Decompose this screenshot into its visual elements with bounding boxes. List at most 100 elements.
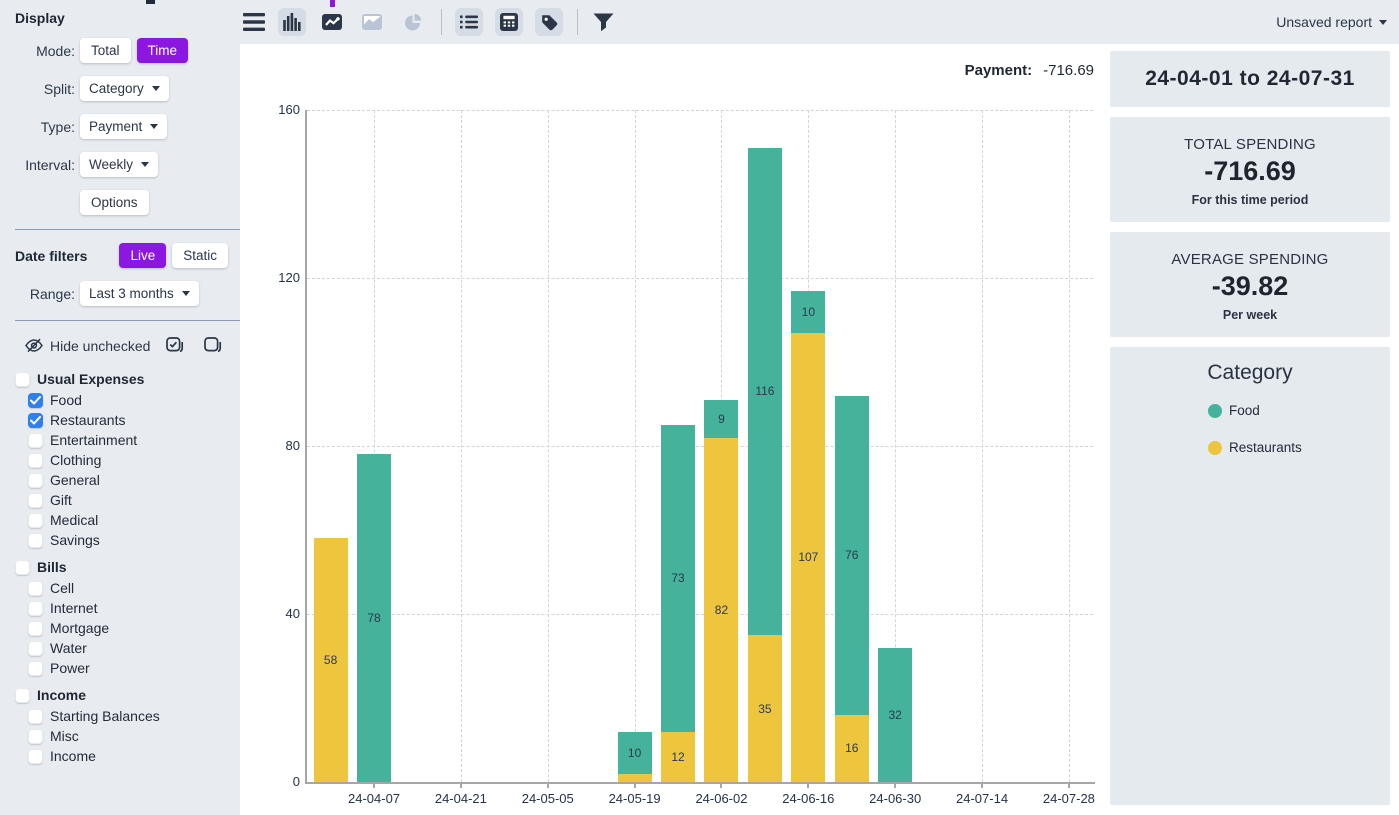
category-item-label[interactable]: Entertainment: [50, 432, 137, 448]
x-axis-tickmark: [981, 784, 983, 788]
category-item-label[interactable]: Food: [50, 392, 82, 408]
checkbox-income[interactable]: [28, 749, 43, 764]
checkbox-water[interactable]: [28, 641, 43, 656]
checkbox-power[interactable]: [28, 661, 43, 676]
checkbox-medical[interactable]: [28, 513, 43, 528]
category-item-label[interactable]: Savings: [50, 532, 100, 548]
date-range-card: 24-04-01 to 24-07-31: [1110, 51, 1390, 107]
bar-value-label: 16: [835, 741, 869, 755]
gridline: [307, 278, 1093, 279]
line-chart-icon[interactable]: [318, 8, 346, 36]
tag-icon[interactable]: [535, 8, 563, 36]
chevron-down-icon: [152, 86, 160, 91]
mode-row: Mode: TotalTime: [0, 38, 240, 63]
category-item-water: Water: [0, 638, 240, 658]
legend-card: Category FoodRestaurants: [1110, 347, 1390, 805]
legend-item-label: Food: [1229, 403, 1260, 418]
bar-value-label: 76: [835, 548, 869, 562]
total-spending-title: TOTAL SPENDING: [1110, 136, 1390, 153]
bar-value-label: 32: [878, 708, 912, 722]
interval-select[interactable]: Weekly: [80, 152, 158, 177]
bar-segment-restaurants-24-05-19[interactable]: [618, 774, 652, 782]
legend-item-label: Restaurants: [1229, 440, 1302, 455]
report-sidebar: Display Mode: TotalTime Split: Category …: [0, 0, 240, 815]
checkbox-cell[interactable]: [28, 581, 43, 596]
x-axis-tickmark: [460, 784, 462, 788]
x-axis-line: [305, 782, 1095, 784]
category-item-mortgage: Mortgage: [0, 618, 240, 638]
category-item-label[interactable]: General: [50, 472, 100, 488]
options-button[interactable]: Options: [80, 190, 149, 215]
category-item-label[interactable]: Power: [50, 660, 90, 676]
checkbox-internet[interactable]: [28, 601, 43, 616]
checkbox-misc[interactable]: [28, 729, 43, 744]
checkbox-usual-expenses[interactable]: [15, 372, 30, 387]
checkbox-food[interactable]: [28, 393, 43, 408]
area-chart-icon[interactable]: [358, 8, 386, 36]
hide-unchecked-label: Hide unchecked: [50, 338, 150, 354]
chevron-down-icon: [150, 124, 158, 129]
category-item-label[interactable]: Clothing: [50, 452, 101, 468]
calculator-icon[interactable]: [495, 8, 523, 36]
category-item-label[interactable]: Misc: [50, 728, 79, 744]
donut-chart-icon[interactable]: [398, 8, 426, 36]
gridline: [307, 614, 1093, 615]
x-axis-tick-label: 24-04-07: [331, 791, 417, 806]
x-axis-tick-label: 24-07-14: [939, 791, 1025, 806]
range-select[interactable]: Last 3 months: [80, 281, 199, 306]
report-selector[interactable]: Unsaved report: [1276, 14, 1387, 30]
category-item-label[interactable]: Restaurants: [50, 412, 125, 428]
checkbox-mortgage[interactable]: [28, 621, 43, 636]
checkbox-clothing[interactable]: [28, 453, 43, 468]
type-select[interactable]: Payment: [80, 114, 167, 139]
category-item-food: Food: [0, 390, 240, 410]
mode-option-total[interactable]: Total: [80, 38, 131, 63]
deselect-all-button[interactable]: [204, 337, 222, 354]
filter-icon[interactable]: [591, 8, 615, 36]
interval-row: Interval: Weekly: [0, 152, 240, 177]
checkbox-restaurants[interactable]: [28, 413, 43, 428]
date-filter-toggle-group: LiveStatic: [119, 243, 228, 268]
list-icon[interactable]: [455, 8, 483, 36]
category-item-label[interactable]: Starting Balances: [50, 708, 160, 724]
checkbox-general[interactable]: [28, 473, 43, 488]
checkbox-entertainment[interactable]: [28, 433, 43, 448]
split-select[interactable]: Category: [80, 76, 169, 101]
category-item-label[interactable]: Mortgage: [50, 620, 109, 636]
checkbox-income[interactable]: [15, 688, 30, 703]
chevron-down-icon: [182, 291, 190, 296]
checkbox-starting-balances[interactable]: [28, 709, 43, 724]
date-filters-title: Date filters: [15, 248, 87, 264]
average-spending-caption: Per week: [1110, 308, 1390, 322]
checkbox-gift[interactable]: [28, 493, 43, 508]
category-item-label[interactable]: Income: [50, 748, 96, 764]
bar-chart-icon[interactable]: [278, 8, 306, 36]
bar-chart-plot: 58781012738293511610710167632: [307, 110, 1093, 782]
checkbox-savings[interactable]: [28, 533, 43, 548]
summary-panel: 24-04-01 to 24-07-31 TOTAL SPENDING -716…: [1110, 51, 1390, 805]
category-section-label[interactable]: Bills: [37, 559, 67, 575]
date-filter-option-live[interactable]: Live: [119, 243, 166, 268]
mode-option-time[interactable]: Time: [137, 38, 189, 63]
legend-item-restaurants: Restaurants: [1208, 440, 1390, 455]
select-all-button[interactable]: [166, 337, 184, 354]
date-filter-option-static[interactable]: Static: [172, 243, 228, 268]
category-section-label[interactable]: Income: [37, 687, 86, 703]
checkbox-bills[interactable]: [15, 560, 30, 575]
interval-select-value: Weekly: [89, 157, 133, 172]
category-item-savings: Savings: [0, 530, 240, 550]
category-item-label[interactable]: Water: [50, 640, 87, 656]
category-item-label[interactable]: Internet: [50, 600, 97, 616]
options-row: Options: [0, 190, 240, 215]
range-row: Range: Last 3 months: [0, 281, 240, 306]
menu-icon[interactable]: [242, 8, 266, 36]
x-axis-tick-label: 24-06-16: [765, 791, 851, 806]
bar-value-label: 78: [357, 611, 391, 625]
category-item-label[interactable]: Cell: [50, 580, 74, 596]
category-item-label[interactable]: Medical: [50, 512, 98, 528]
average-spending-value: -39.82: [1110, 271, 1390, 302]
category-section-label[interactable]: Usual Expenses: [37, 371, 144, 387]
category-item-label[interactable]: Gift: [50, 492, 72, 508]
x-axis-tick-label: 24-07-28: [1026, 791, 1112, 806]
custom-report-page: Display Mode: TotalTime Split: Category …: [0, 0, 1399, 815]
